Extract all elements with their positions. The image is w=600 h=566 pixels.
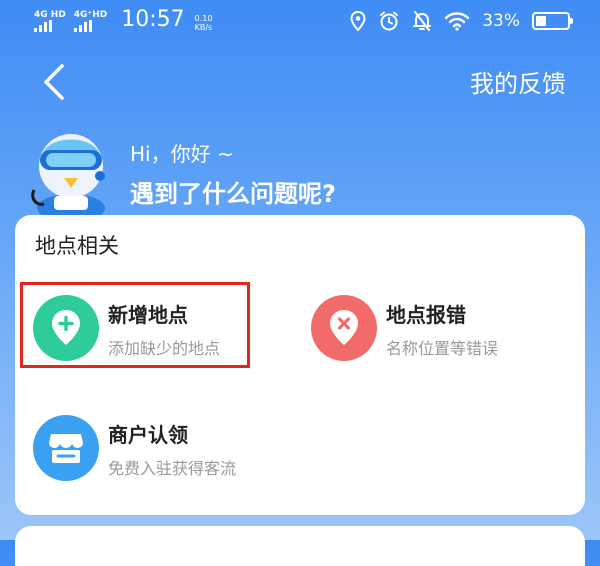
signal-bars-icon: [34, 20, 52, 32]
merchant-claim-option[interactable]: 商户认领 免费入驻获得客流: [33, 415, 283, 485]
my-feedback-link[interactable]: 我的反馈: [470, 64, 566, 99]
speed-unit: KB/s: [194, 23, 213, 32]
signal-1: 4G HD: [34, 11, 66, 32]
speed-value: 0.10: [194, 14, 213, 23]
location-error-option[interactable]: 地点报错 名称位置等错误: [311, 295, 551, 365]
store-icon: [33, 415, 99, 481]
location-error-icon: [311, 295, 377, 361]
network-1-label: 4G HD: [34, 10, 66, 20]
back-arrow-icon[interactable]: [38, 62, 74, 102]
location-error-title: 地点报错: [386, 303, 466, 327]
location-pin-icon: [350, 11, 366, 31]
mute-bell-icon: [413, 11, 432, 31]
merchant-claim-subtitle: 免费入驻获得客流: [108, 459, 237, 478]
status-bar: 4G HD 4G⁺HD 10:57 0.10 KB/s 33%: [0, 0, 600, 44]
network-speed: 0.10 KB/s: [195, 14, 213, 32]
alarm-clock-icon: [380, 11, 399, 31]
section-title: 地点相关: [35, 234, 119, 258]
mascot-avatar: [31, 134, 105, 220]
wifi-icon: [445, 12, 470, 31]
greeting-hi: Hi，你好 ~: [130, 142, 234, 166]
location-error-subtitle: 名称位置等错误: [386, 339, 499, 358]
merchant-claim-title: 商户认领: [108, 423, 188, 447]
clock: 10:57: [121, 7, 185, 32]
battery-percent: 33%: [482, 11, 520, 31]
signal-2: 4G⁺HD: [73, 10, 108, 32]
highlight-box: [20, 282, 250, 368]
battery-icon: [532, 12, 573, 30]
next-card-edge: [15, 526, 585, 566]
network-2-label: 4G⁺HD: [73, 10, 108, 20]
greeting-question: 遇到了什么问题呢?: [130, 180, 336, 208]
signal-bars-icon: [73, 20, 92, 32]
battery-fill: [536, 16, 546, 26]
